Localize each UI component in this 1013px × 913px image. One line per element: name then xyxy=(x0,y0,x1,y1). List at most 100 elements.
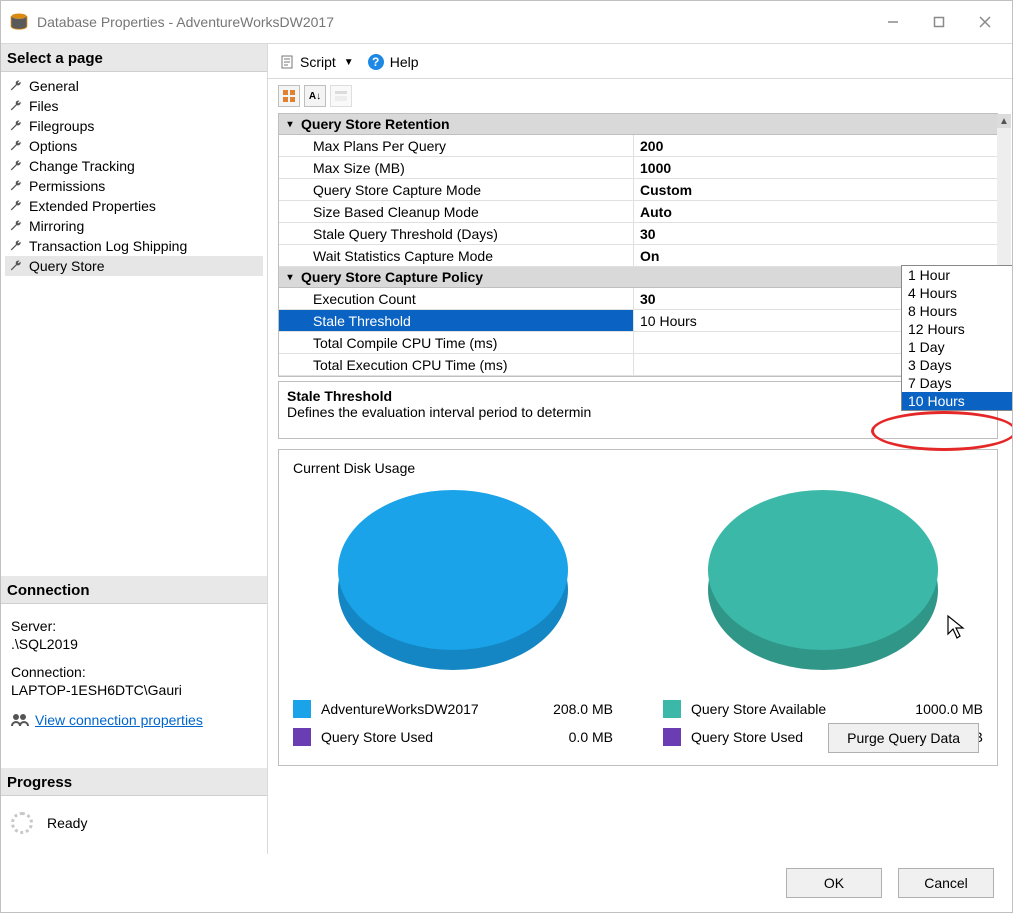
stale-threshold-dropdown[interactable]: 1 Hour4 Hours8 Hours12 Hours1 Day3 Days7… xyxy=(901,265,1012,411)
cancel-button[interactable]: Cancel xyxy=(898,868,994,898)
grid-value[interactable]: On xyxy=(634,245,997,266)
grid-row[interactable]: Stale Query Threshold (Days)30 xyxy=(279,223,997,245)
wrench-icon xyxy=(9,139,23,153)
grid-key: Query Store Capture Mode xyxy=(279,179,634,200)
grid-key: Execution Count xyxy=(279,288,634,309)
maximize-button[interactable] xyxy=(930,13,948,31)
grid-row[interactable]: Stale Threshold10 Hours▾ xyxy=(279,310,997,332)
legend-value: 1000.0 MB xyxy=(903,701,983,717)
wrench-icon xyxy=(9,99,23,113)
grid-key: Max Size (MB) xyxy=(279,157,634,178)
ok-button[interactable]: OK xyxy=(786,868,882,898)
server-value: .\SQL2019 xyxy=(11,636,257,652)
sidebar-item-permissions[interactable]: Permissions xyxy=(5,176,263,196)
properties-button[interactable] xyxy=(330,85,352,107)
grid-key: Stale Query Threshold (Days) xyxy=(279,223,634,244)
sidebar-item-files[interactable]: Files xyxy=(5,96,263,116)
wrench-icon xyxy=(9,259,23,273)
grid-key: Total Execution CPU Time (ms) xyxy=(279,354,634,375)
group-capture-policy[interactable]: ▾ Query Store Capture Policy xyxy=(279,267,997,288)
database-icon xyxy=(9,12,29,32)
grid-key: Wait Statistics Capture Mode xyxy=(279,245,634,266)
main-panel: Script ▼ ? Help A↓ ▾ xyxy=(268,44,1012,854)
grid-row[interactable]: Query Store Capture ModeCustom xyxy=(279,179,997,201)
description-text: Defines the evaluation interval period t… xyxy=(287,404,989,420)
pie-chart-querystore xyxy=(708,482,938,677)
dropdown-option[interactable]: 1 Day xyxy=(902,338,1012,356)
dialog-footer: OK Cancel xyxy=(1,854,1012,912)
script-icon xyxy=(280,54,296,70)
property-grid: ▾ Query Store Retention Max Plans Per Qu… xyxy=(278,113,998,377)
progress-status: Ready xyxy=(47,815,87,831)
legend-swatch xyxy=(293,728,311,746)
close-button[interactable] xyxy=(976,13,994,31)
categorized-button[interactable] xyxy=(278,85,300,107)
grid-row[interactable]: Max Size (MB)1000 xyxy=(279,157,997,179)
dropdown-option[interactable]: 3 Days xyxy=(902,356,1012,374)
description-title: Stale Threshold xyxy=(287,388,989,404)
disk-usage-panel: Current Disk Usage AdventureWorksDW20172… xyxy=(278,449,998,766)
grid-row[interactable]: Execution Count30 xyxy=(279,288,997,310)
grid-row[interactable]: Size Based Cleanup ModeAuto xyxy=(279,201,997,223)
sidebar-item-extended-properties[interactable]: Extended Properties xyxy=(5,196,263,216)
grid-row[interactable]: Wait Statistics Capture ModeOn xyxy=(279,245,997,267)
minimize-button[interactable] xyxy=(884,13,902,31)
legend-swatch xyxy=(663,728,681,746)
alphabetical-button[interactable]: A↓ xyxy=(304,85,326,107)
sidebar-item-transaction-log-shipping[interactable]: Transaction Log Shipping xyxy=(5,236,263,256)
grid-value[interactable]: 30 xyxy=(634,223,997,244)
sidebar-item-change-tracking[interactable]: Change Tracking xyxy=(5,156,263,176)
dropdown-option[interactable]: 8 Hours xyxy=(902,302,1012,320)
script-button[interactable]: Script ▼ xyxy=(280,54,354,70)
purge-query-data-button[interactable]: Purge Query Data xyxy=(828,723,979,753)
sidebar-item-query-store[interactable]: Query Store xyxy=(5,256,263,276)
people-icon xyxy=(11,713,29,727)
az-icon: A↓ xyxy=(309,91,321,102)
wrench-icon xyxy=(9,119,23,133)
wrench-icon xyxy=(9,159,23,173)
window-buttons xyxy=(884,13,1004,31)
sidebar-item-options[interactable]: Options xyxy=(5,136,263,156)
page-list: GeneralFilesFilegroupsOptionsChange Trac… xyxy=(1,72,267,280)
dropdown-option[interactable]: 1 Hour xyxy=(902,266,1012,284)
sidebar-item-mirroring[interactable]: Mirroring xyxy=(5,216,263,236)
properties-icon xyxy=(334,89,348,103)
dropdown-option[interactable]: 12 Hours xyxy=(902,320,1012,338)
grid-value[interactable]: 1000 xyxy=(634,157,997,178)
sidebar-item-filegroups[interactable]: Filegroups xyxy=(5,116,263,136)
legend-value: 0.0 MB xyxy=(533,729,613,745)
legend-item: Query Store Used0.0 MB xyxy=(293,723,613,751)
grid-row[interactable]: Total Compile CPU Time (ms) xyxy=(279,332,997,354)
grid-key: Total Compile CPU Time (ms) xyxy=(279,332,634,353)
pie-chart-database xyxy=(338,482,568,677)
sidebar-item-general[interactable]: General xyxy=(5,76,263,96)
legend-value: 208.0 MB xyxy=(533,701,613,717)
wrench-icon xyxy=(9,179,23,193)
sidebar: Select a page GeneralFilesFilegroupsOpti… xyxy=(1,44,268,854)
view-connection-properties-link[interactable]: View connection properties xyxy=(11,712,203,728)
grid-row[interactable]: Total Execution CPU Time (ms) xyxy=(279,354,997,376)
dropdown-option[interactable]: 10 Hours xyxy=(902,392,1012,410)
grid-key: Size Based Cleanup Mode xyxy=(279,201,634,222)
property-toolbar: A↓ xyxy=(268,79,1012,113)
wrench-icon xyxy=(9,199,23,213)
grid-value[interactable]: Custom xyxy=(634,179,997,200)
dropdown-option[interactable]: 7 Days xyxy=(902,374,1012,392)
grid-value[interactable]: 200 xyxy=(634,135,997,156)
group-retention[interactable]: ▾ Query Store Retention xyxy=(279,114,997,135)
connection-value: LAPTOP-1ESH6DTC\Gauri xyxy=(11,682,257,698)
legend-swatch xyxy=(663,700,681,718)
progress-header: Progress xyxy=(1,768,267,796)
progress-panel: Ready xyxy=(1,796,267,854)
grid-value[interactable]: Auto xyxy=(634,201,997,222)
help-icon: ? xyxy=(368,54,384,70)
connection-panel: Server: .\SQL2019 Connection: LAPTOP-1ES… xyxy=(1,604,267,738)
grid-row[interactable]: Max Plans Per Query200 xyxy=(279,135,997,157)
sidebar-header: Select a page xyxy=(1,44,267,72)
help-button[interactable]: ? Help xyxy=(368,54,419,70)
legend-label: Query Store Available xyxy=(691,701,893,717)
scroll-up-icon[interactable]: ▲ xyxy=(997,114,1011,128)
titlebar: Database Properties - AdventureWorksDW20… xyxy=(1,1,1012,43)
chevron-down-icon: ▾ xyxy=(283,272,297,283)
dropdown-option[interactable]: 4 Hours xyxy=(902,284,1012,302)
